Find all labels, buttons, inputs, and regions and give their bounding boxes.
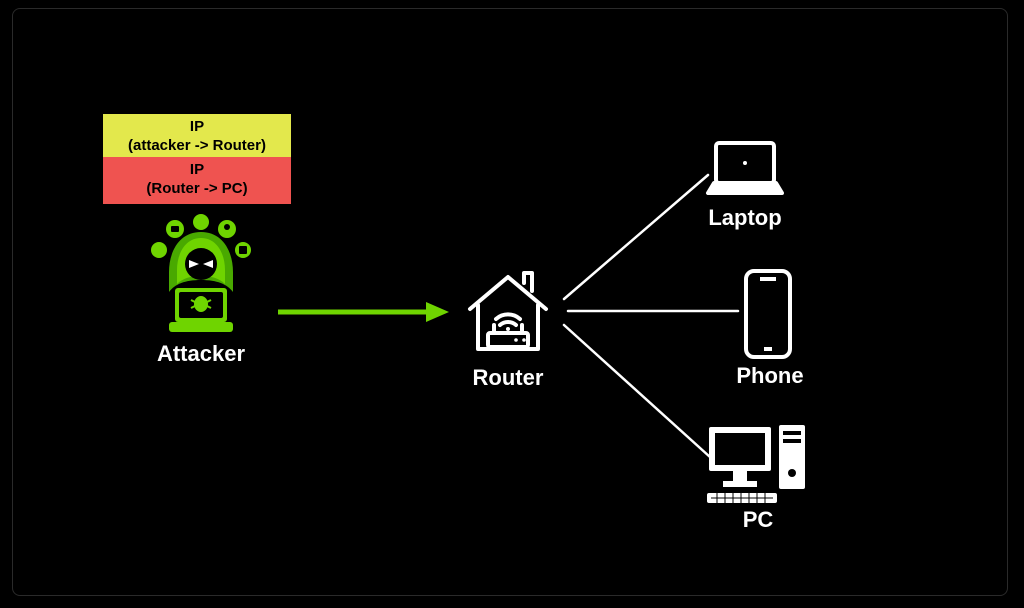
packet-box-outer: IP (attacker -> Router) (103, 114, 291, 161)
laptop-label: Laptop (700, 205, 790, 231)
pc-label: PC (713, 507, 803, 533)
attacker-label: Attacker (131, 341, 271, 367)
phone-icon (740, 267, 796, 361)
phone-label: Phone (725, 363, 815, 389)
packet-outer-line1: IP (190, 118, 204, 135)
router-label: Router (458, 365, 558, 391)
diagram-frame: IP (attacker -> Router) IP (Router -> PC… (12, 8, 1008, 596)
packet-inner-line1: IP (190, 161, 204, 178)
attacker-icon (141, 214, 261, 334)
packet-box-inner: IP (Router -> PC) (103, 157, 291, 204)
laptop-icon (700, 137, 790, 207)
packet-inner-line2: (Router -> PC) (146, 180, 247, 197)
packet-outer-line2: (attacker -> Router) (128, 137, 266, 154)
arrow-attacker-router (276, 300, 451, 324)
pc-icon (703, 421, 813, 507)
router-icon (458, 261, 558, 361)
